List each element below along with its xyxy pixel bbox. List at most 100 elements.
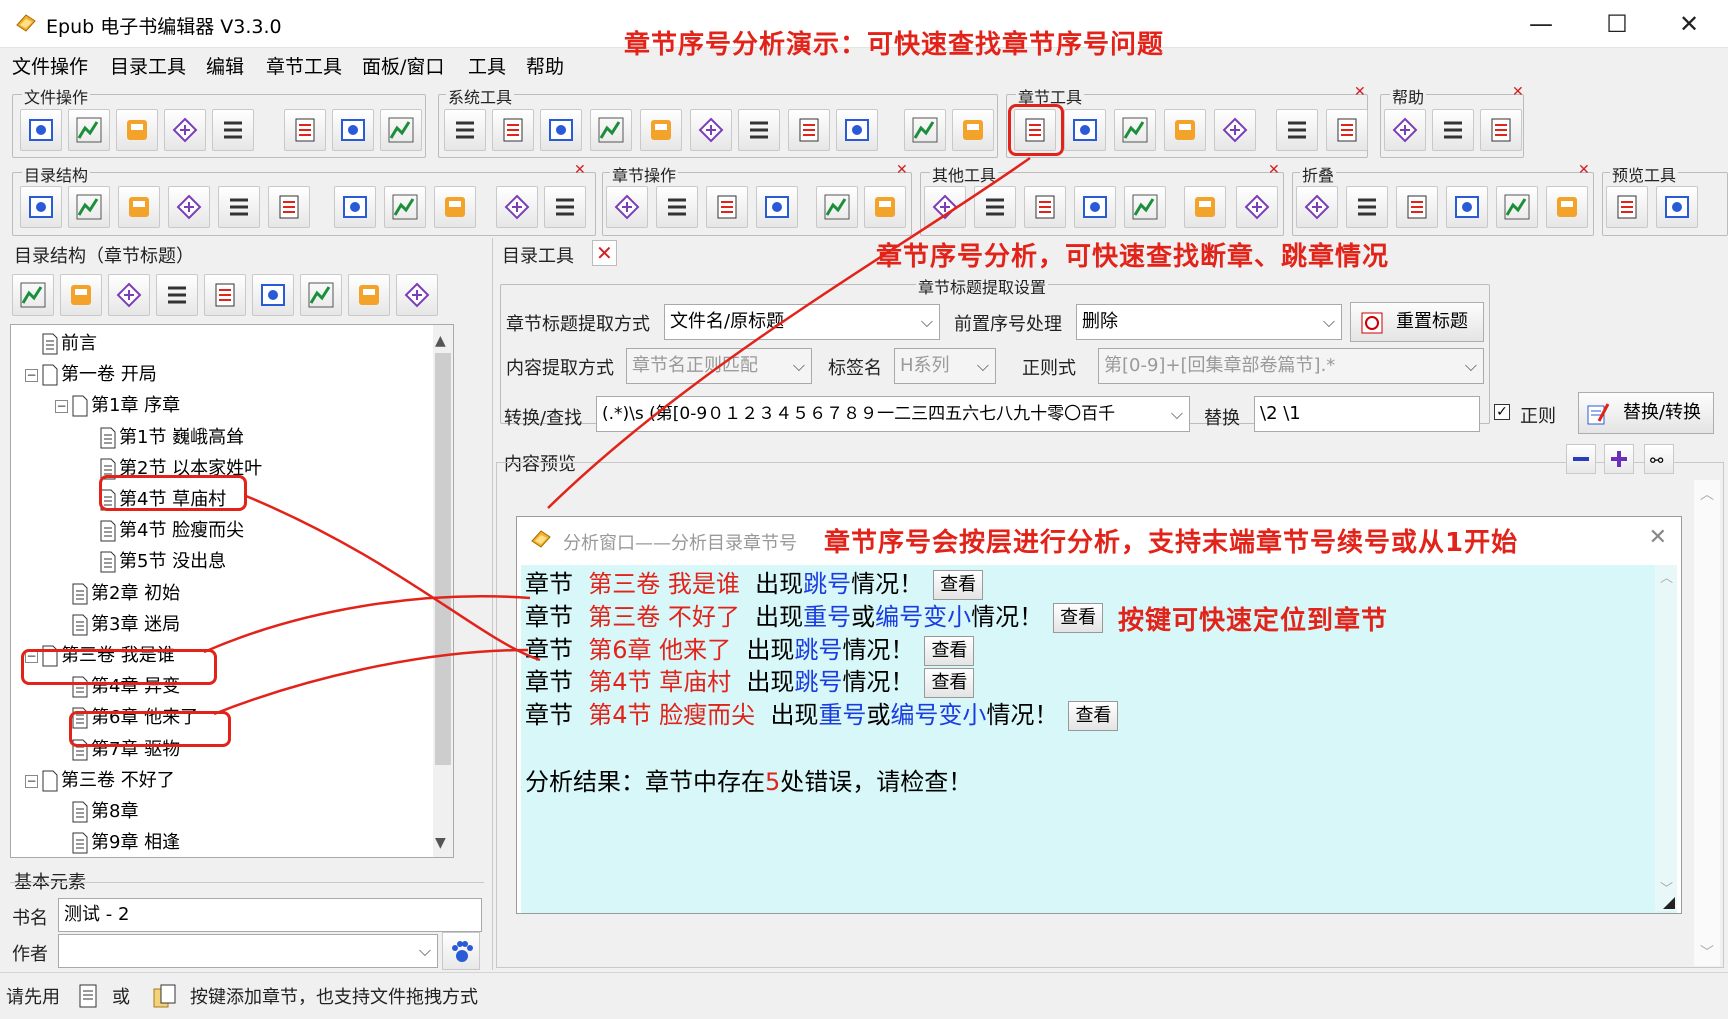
regex-checkbox[interactable]: ✓: [1494, 404, 1510, 420]
tree-node[interactable]: 第1章 序章: [71, 393, 180, 419]
toc-edit-button-3[interactable]: [108, 274, 150, 316]
chapter-tool-button-5[interactable]: [1214, 109, 1256, 151]
tree-node[interactable]: 第1节 巍峨高耸: [99, 425, 244, 451]
system-tool-button-11[interactable]: [952, 109, 994, 151]
tree-scrollbar[interactable]: ▲ ▼: [433, 325, 453, 857]
system-tool-button-5[interactable]: [640, 109, 682, 151]
tree-node[interactable]: 第3章 迷局: [71, 612, 180, 638]
help-button-1[interactable]: [1384, 109, 1426, 151]
replace-convert-button[interactable]: 替换/转换: [1578, 392, 1714, 434]
fold-button-1[interactable]: [1296, 186, 1338, 228]
system-tool-button-3[interactable]: [540, 109, 582, 151]
tree-expander[interactable]: −: [55, 400, 68, 414]
tag-name-select[interactable]: H系列 ⌵: [894, 348, 996, 384]
menu-chapter-tools[interactable]: 章节工具: [266, 52, 342, 79]
menu-file[interactable]: 文件操作: [12, 52, 88, 79]
system-tool-button-4[interactable]: [590, 109, 632, 151]
minimize-button[interactable]: —: [1514, 4, 1568, 44]
maximize-button[interactable]: ☐: [1590, 4, 1644, 44]
fold-button-2[interactable]: [1346, 186, 1388, 228]
other-tool-button-2[interactable]: [974, 186, 1016, 228]
baidu-search-button[interactable]: [442, 932, 480, 970]
toc-edit-button-8[interactable]: [348, 274, 390, 316]
chapter-tool-button-4[interactable]: [1164, 109, 1206, 151]
other-tool-button-7[interactable]: [1236, 186, 1278, 228]
preview-tool-button-2[interactable]: [1656, 186, 1698, 228]
tree-node[interactable]: 第8章: [71, 799, 138, 825]
dialog-close-button[interactable]: ✕: [1649, 525, 1667, 550]
toc-edit-button-5[interactable]: [204, 274, 246, 316]
chapter-op-button-6[interactable]: [864, 186, 906, 228]
chapter-tool-button-3[interactable]: [1114, 109, 1156, 151]
group-close-icon[interactable]: ✕: [1354, 84, 1366, 100]
chapter-tool-button-2[interactable]: [1064, 109, 1106, 151]
toc-structure-button-2[interactable]: [68, 186, 110, 228]
regex-select[interactable]: 第[0-9]+[回集章部卷篇节].* ⌵: [1098, 348, 1484, 384]
group-close-icon[interactable]: ✕: [574, 162, 586, 178]
book-name-input[interactable]: 测试 - 2: [58, 898, 482, 932]
prefix-select[interactable]: 删除 ⌵: [1076, 304, 1342, 340]
fold-button-4[interactable]: [1446, 186, 1488, 228]
system-tool-button-7[interactable]: [738, 109, 780, 151]
group-close-icon[interactable]: ✕: [1268, 162, 1280, 178]
other-tool-button-3[interactable]: [1024, 186, 1066, 228]
toc-tools-tab[interactable]: 目录工具: [502, 242, 574, 268]
tree-node[interactable]: 第一卷 开局: [41, 362, 157, 388]
toc-edit-button-6[interactable]: [252, 274, 294, 316]
view-button[interactable]: 查看: [933, 570, 984, 600]
tree-node[interactable]: 第三卷 不好了: [41, 768, 175, 794]
preview-tool-button-1[interactable]: [1606, 186, 1648, 228]
content-method-select[interactable]: 章节名正则匹配 ⌵: [626, 348, 812, 384]
file-op-button-2[interactable]: [68, 109, 110, 151]
file-op-button-1[interactable]: [20, 109, 62, 151]
tree-node[interactable]: 第9章 相逢: [71, 830, 180, 856]
toc-edit-button-7[interactable]: [300, 274, 342, 316]
other-tool-button-1[interactable]: [924, 186, 966, 228]
toc-structure-button-8[interactable]: [384, 186, 426, 228]
view-button[interactable]: 查看: [1068, 701, 1119, 732]
other-tool-button-5[interactable]: [1124, 186, 1166, 228]
system-tool-button-6[interactable]: [690, 109, 732, 151]
scrollbar-thumb[interactable]: [435, 353, 451, 765]
toc-structure-button-1[interactable]: [20, 186, 62, 228]
tree-expander[interactable]: −: [25, 774, 38, 788]
view-button[interactable]: 查看: [924, 668, 975, 699]
view-button[interactable]: 查看: [924, 635, 975, 666]
toc-structure-button-5[interactable]: [218, 186, 260, 228]
toc-structure-button-3[interactable]: [118, 186, 160, 228]
menu-toc-tools[interactable]: 目录工具: [110, 52, 186, 79]
help-button-3[interactable]: [1480, 109, 1522, 151]
file-op-button-8[interactable]: [380, 109, 422, 151]
system-tool-button-8[interactable]: [788, 109, 830, 151]
menu-tools[interactable]: 工具: [468, 52, 506, 79]
toc-edit-button-2[interactable]: [60, 274, 102, 316]
toc-edit-button-1[interactable]: [12, 274, 54, 316]
toc-structure-button-7[interactable]: [334, 186, 376, 228]
group-close-icon[interactable]: ✕: [1512, 84, 1524, 100]
reset-title-button[interactable]: 重置标题: [1350, 302, 1484, 342]
other-tool-button-6[interactable]: [1184, 186, 1226, 228]
replace-input[interactable]: \2 \1: [1254, 396, 1480, 432]
menu-panel-window[interactable]: 面板/窗口: [362, 52, 444, 79]
file-op-button-3[interactable]: [116, 109, 158, 151]
chapter-tool-button-7[interactable]: [1326, 109, 1368, 151]
toc-structure-button-10[interactable]: [496, 186, 538, 228]
analysis-dialog[interactable]: 分析窗口——分析目录章节号 ✕ ︿ ﹀ 章节 第三卷 我是谁 出现跳号情况！ 查看章…: [516, 516, 1682, 914]
other-tool-button-4[interactable]: [1074, 186, 1116, 228]
zoom-in-button[interactable]: [1604, 444, 1634, 474]
file-op-button-7[interactable]: [332, 109, 374, 151]
tree-expander[interactable]: −: [25, 369, 38, 383]
toc-edit-button-9[interactable]: [396, 274, 438, 316]
menu-edit[interactable]: 编辑: [206, 52, 244, 79]
chapter-op-button-1[interactable]: [606, 186, 648, 228]
zoom-out-button[interactable]: [1566, 444, 1596, 474]
fold-button-3[interactable]: [1396, 186, 1438, 228]
fold-button-6[interactable]: [1546, 186, 1588, 228]
extract-method-select[interactable]: 文件名/原标题 ⌵: [664, 304, 940, 340]
toc-structure-button-11[interactable]: [544, 186, 586, 228]
menu-help[interactable]: 帮助: [526, 52, 564, 79]
tree-node[interactable]: 前言: [41, 331, 97, 357]
toc-edit-button-4[interactable]: [156, 274, 198, 316]
fold-button-5[interactable]: [1496, 186, 1538, 228]
chapter-op-button-3[interactable]: [706, 186, 748, 228]
